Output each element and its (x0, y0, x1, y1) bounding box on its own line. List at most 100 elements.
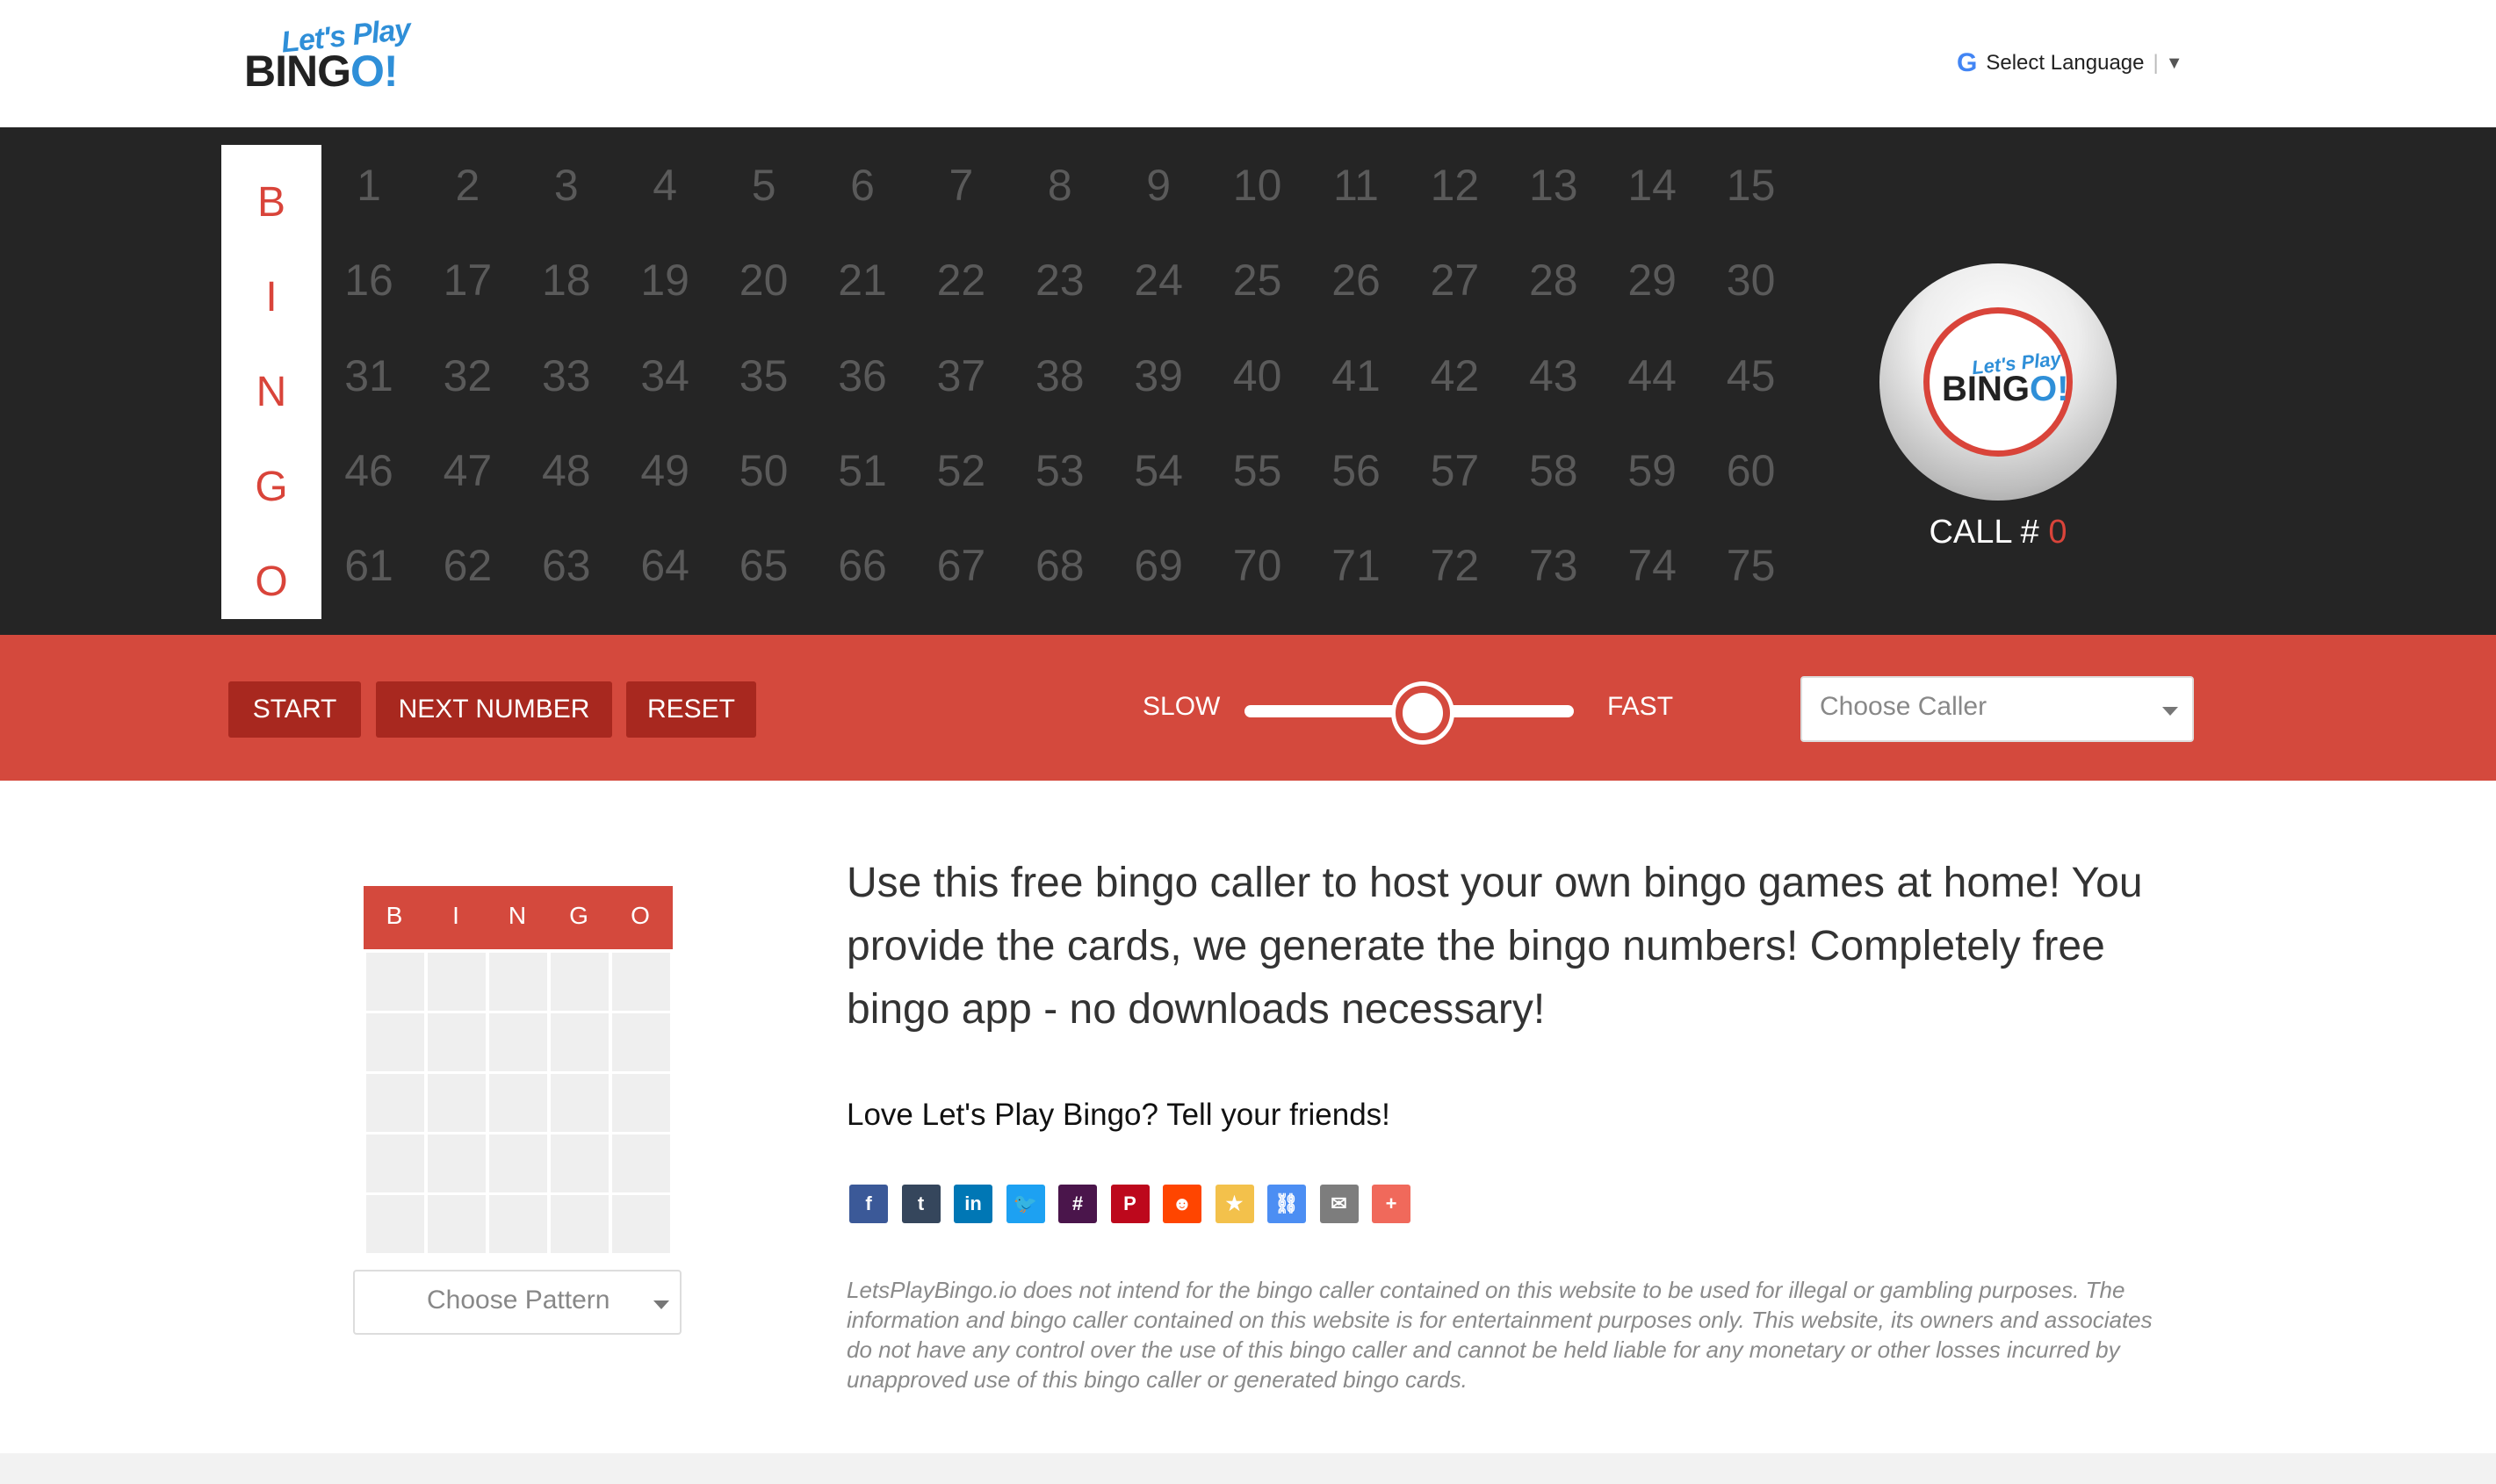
favorite-share-icon[interactable]: ★ (1215, 1185, 1254, 1223)
pattern-cell[interactable] (612, 1135, 670, 1192)
board-number: 68 (1035, 541, 1085, 591)
board-number: 31 (344, 350, 393, 400)
tumblr-share-icon[interactable]: t (901, 1185, 941, 1223)
board-number: 4 (653, 161, 678, 210)
call-number: 0 (2048, 514, 2067, 551)
pattern-card-header: B I N G O (364, 886, 673, 949)
language-label: Select Language (1986, 51, 2145, 75)
disclaimer: LetsPlayBingo.io does not intend for the… (847, 1277, 2153, 1393)
choose-pattern-select[interactable]: Choose Pattern (353, 1270, 682, 1335)
pattern-cell[interactable] (551, 953, 609, 1011)
call-label: CALL # (1929, 514, 2049, 551)
board-number: 33 (541, 350, 591, 400)
pattern-cell[interactable] (366, 953, 424, 1011)
pattern-cell[interactable] (551, 1013, 609, 1071)
board-number: 74 (1627, 541, 1677, 591)
pattern-cell[interactable] (366, 1013, 424, 1071)
board-number: 7 (949, 161, 974, 210)
board-number: 18 (541, 256, 591, 306)
language-divider: | (2153, 51, 2159, 75)
board-number: 66 (838, 541, 887, 591)
board-number: 64 (640, 541, 689, 591)
card-header-i: I (452, 902, 459, 929)
email-share-icon[interactable]: ✉ (1319, 1185, 1359, 1223)
board-letter-n: N (256, 369, 287, 415)
language-selector[interactable]: G Select Language | ▼ (1957, 46, 2183, 81)
board-number: 2 (455, 161, 480, 210)
board-number: 42 (1430, 350, 1480, 400)
chevron-down-icon (653, 1300, 669, 1309)
board-number: 49 (640, 445, 689, 495)
board-number: 61 (344, 541, 393, 591)
board-number: 48 (541, 445, 591, 495)
linkedin-share-icon[interactable]: in (954, 1185, 992, 1223)
board-number: 22 (936, 256, 986, 306)
start-button[interactable]: START (228, 681, 361, 738)
twitter-share-icon[interactable]: 🐦 (1006, 1185, 1045, 1223)
card-header-b: B (386, 902, 403, 929)
pattern-cell[interactable] (428, 1135, 486, 1192)
pattern-cell[interactable] (551, 1195, 609, 1253)
board-number: 51 (838, 445, 887, 495)
board-number: 47 (443, 445, 493, 495)
board-number: 37 (936, 350, 986, 400)
speed-slider-handle[interactable] (1395, 686, 1450, 740)
board-number: 10 (1232, 161, 1282, 210)
pattern-cell[interactable] (428, 1074, 486, 1132)
choose-caller-select[interactable]: Choose Caller (1800, 676, 2194, 742)
more-share-icon[interactable]: + (1372, 1185, 1410, 1223)
board-number: 43 (1528, 350, 1578, 400)
pattern-cell[interactable] (489, 1013, 547, 1071)
site-header: Let's Play BINGO! G Select Language | ▼ (0, 0, 2496, 127)
board-number: 40 (1232, 350, 1282, 400)
current-ball: Let's Play BINGO! (1879, 263, 2117, 501)
pattern-cell[interactable] (428, 953, 486, 1011)
board-number: 52 (936, 445, 986, 495)
facebook-share-icon[interactable]: f (849, 1185, 888, 1223)
slack-share-icon[interactable]: # (1058, 1185, 1097, 1223)
pattern-cell[interactable] (612, 1013, 670, 1071)
board-number: 1 (357, 161, 381, 210)
pattern-cell[interactable] (428, 1195, 486, 1253)
pattern-cell[interactable] (489, 1074, 547, 1132)
pattern-cell[interactable] (366, 1074, 424, 1132)
fast-label: FAST (1607, 692, 1674, 721)
pattern-cell[interactable] (551, 1135, 609, 1192)
reset-button[interactable]: RESET (626, 681, 756, 738)
pattern-cell[interactable] (489, 1195, 547, 1253)
pattern-cell[interactable] (612, 1195, 670, 1253)
board-number: 23 (1035, 256, 1085, 306)
chevron-down-icon (2162, 707, 2178, 716)
board-number: 11 (1333, 161, 1379, 210)
board-number: 29 (1627, 256, 1677, 306)
pattern-cell[interactable] (612, 1074, 670, 1132)
board-number: 70 (1232, 541, 1282, 591)
board-number: 25 (1232, 256, 1282, 306)
pattern-cell[interactable] (428, 1013, 486, 1071)
pattern-cell[interactable] (366, 1195, 424, 1253)
pattern-cell[interactable] (489, 953, 547, 1011)
board-number: 53 (1035, 445, 1085, 495)
board-number: 30 (1726, 256, 1776, 306)
reddit-share-icon[interactable]: ☻ (1163, 1185, 1201, 1223)
board-number: 24 (1134, 256, 1183, 306)
copy-link-share-icon[interactable]: ⛓ (1267, 1185, 1306, 1223)
site-logo[interactable]: Let's Play BINGO! (244, 12, 412, 96)
board-number: 67 (936, 541, 986, 591)
board-number: 65 (739, 541, 789, 591)
board-number: 71 (1331, 541, 1381, 591)
board-number: 32 (443, 350, 493, 400)
board-number: 12 (1430, 161, 1480, 210)
board-number: 19 (640, 256, 689, 306)
pattern-placeholder: Choose Pattern (427, 1286, 610, 1315)
pattern-cell[interactable] (551, 1074, 609, 1132)
board-number: 21 (838, 256, 887, 306)
pattern-cell[interactable] (489, 1135, 547, 1192)
board-number: 72 (1430, 541, 1480, 591)
pinterest-share-icon[interactable]: P (1110, 1185, 1150, 1223)
pattern-cell[interactable] (612, 953, 670, 1011)
next-number-button[interactable]: NEXT NUMBER (376, 681, 612, 738)
pattern-cell[interactable] (366, 1135, 424, 1192)
card-header-n: N (508, 902, 527, 929)
board-number: 46 (344, 445, 393, 495)
